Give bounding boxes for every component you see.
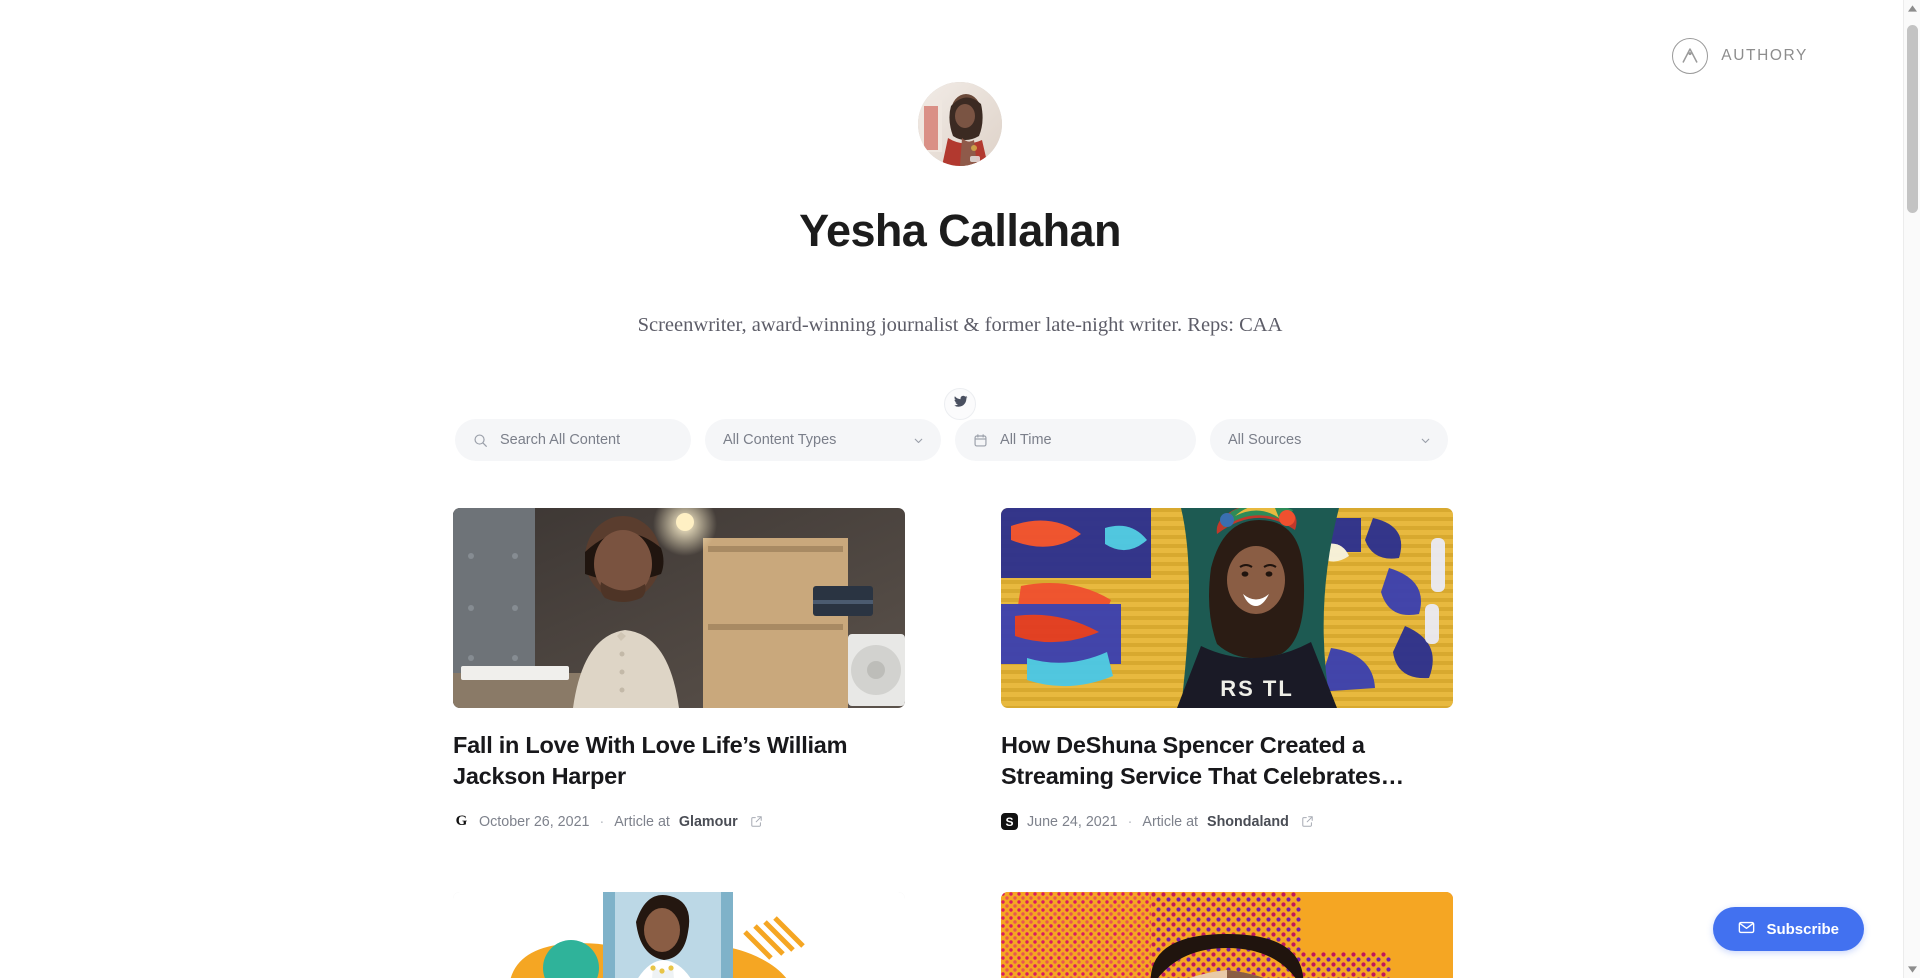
chevron-down-icon [1419,434,1432,447]
article-source-prefix: Article at [614,813,670,830]
article-title: Fall in Love With Love Life’s William Ja… [453,732,848,790]
shondaland-s-favicon: S [1001,813,1018,831]
glamour-g-favicon: G [455,813,468,830]
article-thumbnail[interactable] [1001,892,1453,978]
profile-bio: Screenwriter, award-winning journalist &… [637,314,1283,337]
article-source-prefix: Article at [1142,813,1199,830]
authory-profile-page: AUTHORY Yesha Callahan Screenwriter, awa… [0,0,1920,978]
content-type-select[interactable]: All Content Types [705,419,942,461]
filter-bar: Search All Content All Content Types All… [455,419,1448,461]
svg-text:RS TL: RS TL [1220,676,1294,701]
envelope-icon [1738,919,1755,940]
content-grid: Fall in Love With Love Life’s William Ja… [453,508,1453,978]
scroll-up-arrow-icon[interactable] [1904,0,1920,17]
article-card[interactable]: Fall in Love With Love Life’s William Ja… [453,508,905,830]
article-date: October 26, 2021 [479,813,590,830]
search-icon [473,433,488,448]
article-meta: G October 26, 2021 · Article at Glamour [453,813,905,830]
article-source: Shondaland [1207,813,1289,830]
chevron-down-icon [912,434,925,447]
article-source: Glamour [678,813,738,830]
profile-header: Yesha Callahan Screenwriter, award-winni… [0,0,1920,421]
source-label: All Sources [1228,432,1302,448]
time-range-select[interactable]: All Time [955,419,1196,461]
search-input[interactable]: Search All Content [455,419,692,461]
twitter-icon [953,394,968,414]
article-thumbnail[interactable] [453,892,905,978]
social-link-twitter[interactable] [944,388,976,421]
subscribe-label: Subscribe [1766,920,1839,938]
article-card[interactable] [453,892,905,978]
article-card[interactable]: RS TL How DeShuna Spencer Created a Stre… [1001,508,1453,831]
avatar [918,82,1002,166]
search-placeholder: Search All Content [500,432,621,448]
article-title: How DeShuna Spencer Created a Streaming … [1001,732,1404,790]
calendar-icon [973,433,988,448]
article-date: June 24, 2021 [1027,813,1118,830]
page-scrollbar[interactable] [1903,0,1920,978]
subscribe-button[interactable]: Subscribe [1713,907,1864,951]
external-link-icon[interactable] [1301,815,1314,828]
article-thumbnail[interactable]: RS TL [1001,508,1453,708]
time-range-label: All Time [1000,432,1052,448]
page-title: Yesha Callahan [799,205,1121,256]
article-meta: S June 24, 2021 · Article at Shondaland [1001,813,1453,831]
scroll-down-arrow-icon[interactable] [1904,961,1920,978]
external-link-icon[interactable] [750,815,763,828]
meta-separator: · [599,813,605,830]
source-select[interactable]: All Sources [1210,419,1448,461]
article-card[interactable] [1001,892,1453,978]
social-links [944,388,976,421]
content-type-label: All Content Types [723,432,837,448]
article-thumbnail[interactable] [453,508,905,708]
scrollbar-thumb[interactable] [1907,25,1918,213]
meta-separator: · [1127,813,1133,830]
